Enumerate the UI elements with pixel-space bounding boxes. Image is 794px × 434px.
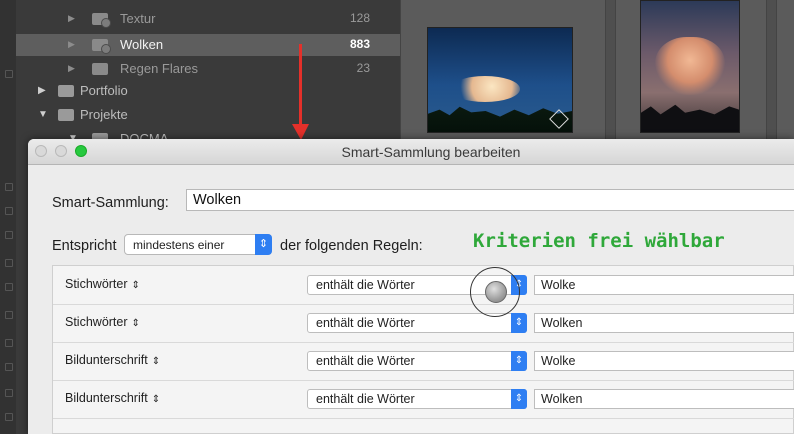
rule-value-input[interactable]: Wolken [534,313,794,333]
collection-count: 128 [349,11,370,25]
gutter-mark [5,259,13,267]
select-chevron-icon: ⇕ [511,313,527,333]
rule-row: Stichwörter ⇕ enthält die Wörter ⇕ Wolken [53,304,794,343]
rule-value-text: Wolke [541,278,576,292]
rule-value-text: Wolken [541,392,583,406]
disclosure-triangle-icon[interactable]: ▶ [38,85,46,96]
dialog-title: Smart-Sammlung bearbeiten [341,144,521,160]
select-chevron-icon: ⇕ [255,234,272,255]
rule-field-label: Stichwörter [65,277,128,291]
disclosure-triangle-icon[interactable]: ▶ [68,39,75,50]
collection-name-label: Smart-Sammlung: [52,195,169,211]
collection-set-icon [58,85,74,97]
panel-gutter [0,0,16,434]
rule-field-select[interactable]: Bildunterschrift ⇕ [65,391,160,405]
updown-arrows-icon: ⇕ [131,318,140,329]
gutter-mark [5,311,13,319]
collection-label: Textur [120,11,156,26]
match-mode-select[interactable]: mindestens einer ⇕ [124,234,272,255]
thumbnail-image[interactable] [640,0,740,133]
gutter-mark [5,363,13,371]
collection-count: 23 [356,61,370,75]
match-suffix-label: der folgenden Regeln: [280,238,423,254]
rule-field-select[interactable]: Stichwörter ⇕ [65,315,140,329]
collection-set-icon [58,109,74,121]
select-chevron-icon: ⇕ [511,351,527,371]
grid-cell[interactable] [776,0,794,140]
collection-item-regen-flares[interactable]: ▶ Regen Flares 23 [16,58,400,80]
updown-arrows-icon: ⇕ [151,394,161,405]
rule-field-label: Bildunterschrift [65,353,148,367]
rule-operator-label: enthält die Wörter [316,278,415,292]
disclosure-triangle-icon[interactable]: ▼ [38,109,48,120]
gutter-mark [5,283,13,291]
rule-row: Bildunterschrift ⇕ enthält die Wörter ⇕ Wo… [53,342,794,381]
collection-label: Projekte [80,107,128,122]
smart-collection-icon [92,13,111,28]
gutter-mark [5,339,13,347]
smart-collection-icon [92,39,111,54]
rule-field-label: Stichwörter [65,315,128,329]
red-arrow-head-icon [292,124,309,140]
cursor-icon [485,281,507,303]
collection-label: Regen Flares [120,61,199,76]
edit-smart-collection-dialog: Smart-Sammlung bearbeiten Smart-Sammlung… [28,139,794,434]
collection-set-projekte[interactable]: ▼ Projekte [16,104,400,126]
collection-icon [92,63,108,75]
gutter-mark [5,183,13,191]
rule-value-text: Wolke [541,354,576,368]
rule-value-text: Wolken [541,316,583,330]
gutter-mark [5,389,13,397]
collection-set-portfolio[interactable]: ▶ Portfolio [16,80,400,102]
annotation-text: Kriterien frei wählbar [473,230,725,252]
rule-operator-label: enthält die Wörter [316,316,415,330]
rule-value-input[interactable]: Wolken [534,389,794,409]
collection-item-textur[interactable]: ▶ Textur 128 [16,8,400,30]
match-mode-value: mindestens einer [133,238,225,252]
rule-field-select[interactable]: Bildunterschrift ⇕ [65,353,160,367]
disclosure-triangle-icon[interactable]: ▶ [68,13,75,24]
updown-arrows-icon: ⇕ [151,356,161,367]
tree-silhouette [641,104,739,132]
collection-name-input[interactable]: Wolken [186,189,794,211]
collection-label: Portfolio [80,83,128,98]
rule-row: Bildunterschrift ⇕ enthält die Wörter ⇕ Wo… [53,380,794,419]
rule-field-label: Bildunterschrift [65,391,148,405]
gutter-mark [5,207,13,215]
rule-value-input[interactable]: Wolke [534,351,794,371]
select-chevron-icon: ⇕ [511,389,527,409]
gutter-mark [5,70,13,78]
cloud-shape [450,76,520,102]
rule-value-input[interactable]: Wolke [534,275,794,295]
rule-operator-label: enthält die Wörter [316,354,415,368]
rules-list: Stichwörter ⇕ enthält die Wörter ⇕ Wolke S… [52,265,794,434]
cloud-shape [655,37,725,95]
updown-arrows-icon: ⇕ [131,280,140,291]
rule-field-select[interactable]: Stichwörter ⇕ [65,277,140,291]
rule-operator-label: enthält die Wörter [316,392,415,406]
rule-row: Stichwörter ⇕ enthält die Wörter ⇕ Wolke [53,266,794,305]
rule-operator-select[interactable]: enthält die Wörter ⇕ [307,351,527,371]
red-arrow-shaft [299,44,302,126]
match-prefix-label: Entspricht [52,238,117,254]
thumbnail-image[interactable] [427,27,573,133]
rule-operator-select[interactable]: enthält die Wörter ⇕ [307,389,527,409]
gutter-mark [5,413,13,421]
dialog-titlebar[interactable]: Smart-Sammlung bearbeiten [28,139,794,165]
collection-item-wolken[interactable]: ▶ Wolken 883 [16,34,400,56]
collection-count: 883 [349,37,370,51]
collection-label: Wolken [120,37,164,52]
disclosure-triangle-icon[interactable]: ▶ [68,63,75,74]
gutter-mark [5,231,13,239]
